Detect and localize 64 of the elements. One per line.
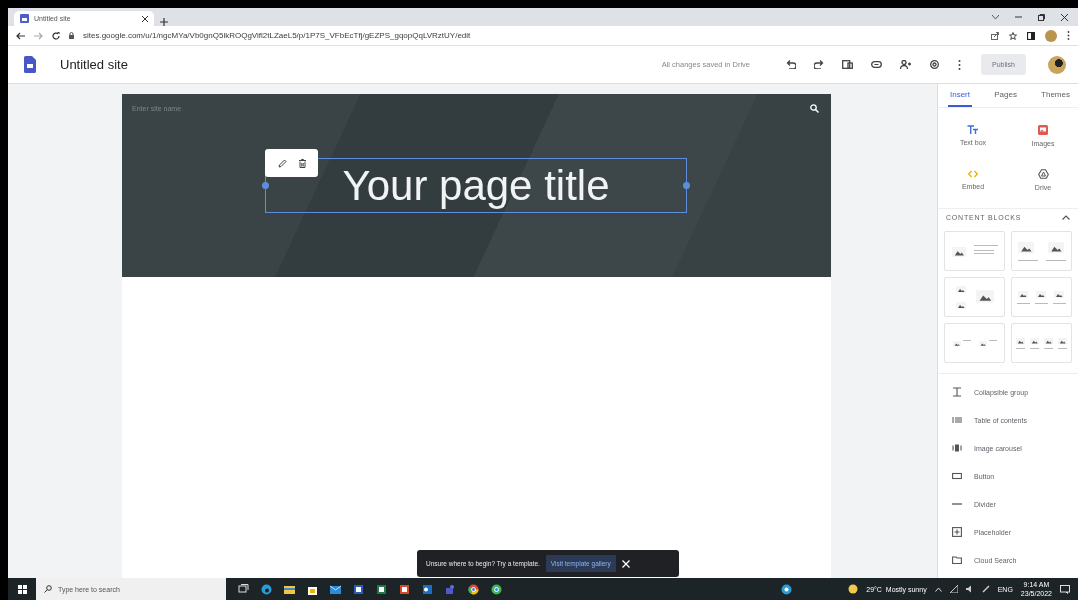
share-icon[interactable]: [991, 31, 999, 40]
presentation-icon[interactable]: [399, 583, 410, 595]
panel-tab[interactable]: Insert: [948, 84, 972, 107]
text-cursor-icon: [952, 387, 962, 397]
layout-thumbnail-icon: [955, 285, 994, 309]
trash-icon[interactable]: [298, 158, 306, 168]
page-title: Your page title: [342, 161, 610, 210]
notifications-icon[interactable]: [1060, 584, 1070, 594]
list-icon: [952, 415, 962, 425]
add-person-icon[interactable]: [900, 60, 912, 69]
chevron-up-icon[interactable]: [1062, 215, 1070, 221]
address-bar-url[interactable]: sites.google.com/u/1/ngcMYa/Vb0gnQ5lkROQgVifl2tLZaeL5/p/1P7S_VFbEcTfj/gEZPS_gqopQqLVRztUY/edit: [83, 31, 471, 40]
undo-icon[interactable]: [786, 60, 797, 69]
image-icon: [1038, 124, 1048, 135]
device-preview-icon[interactable]: [842, 60, 854, 69]
profile-avatar[interactable]: [1048, 55, 1066, 74]
plus-box-icon: [952, 527, 962, 537]
drive-icon: [1037, 168, 1049, 179]
more-icon[interactable]: [1067, 31, 1070, 40]
panel-tab[interactable]: Pages: [992, 84, 1019, 107]
pencil-icon[interactable]: [277, 158, 287, 168]
document-icon[interactable]: [353, 583, 364, 595]
text-box-icon: [967, 125, 979, 135]
button-outline-icon: [952, 471, 962, 481]
spreadsheet-icon[interactable]: [376, 583, 387, 595]
panel-tab[interactable]: Themes: [1039, 84, 1072, 107]
layout-thumbnail-icon: [1017, 290, 1066, 304]
restore-icon[interactable]: [1038, 13, 1045, 21]
layout-thumbnail-icon: [951, 245, 998, 257]
sites-logo-icon[interactable]: [24, 56, 36, 73]
folder-icon[interactable]: [284, 583, 295, 595]
sites-icon: [20, 14, 29, 23]
network-icon[interactable]: [949, 585, 958, 593]
redo-icon[interactable]: [814, 60, 825, 69]
link-icon[interactable]: [871, 61, 883, 68]
back-arrow-icon[interactable]: [16, 31, 25, 40]
star-icon[interactable]: [1009, 31, 1017, 40]
folder-icon: [952, 555, 962, 565]
carousel-icon: [952, 443, 962, 453]
layout-thumbnail-icon: [1017, 241, 1066, 261]
code-brackets-icon: [968, 169, 978, 178]
resize-handle[interactable]: [262, 182, 269, 189]
reload-icon[interactable]: [52, 31, 60, 40]
content-block-option[interactable]: [944, 277, 1005, 317]
task-view-icon[interactable]: [238, 583, 249, 595]
search-icon: [44, 585, 52, 593]
lock-icon: [69, 32, 74, 39]
windows-logo-icon[interactable]: [17, 584, 27, 594]
sidebar-icon[interactable]: [1027, 31, 1035, 40]
sun-icon: [848, 584, 859, 594]
search-icon[interactable]: [810, 104, 819, 113]
close-icon[interactable]: [142, 15, 148, 22]
more-icon[interactable]: [958, 59, 962, 70]
layout-thumbnail-icon: [952, 339, 997, 347]
close-icon[interactable]: [1061, 13, 1068, 21]
plus-icon[interactable]: [160, 18, 168, 26]
layout-thumbnail-icon: [1016, 337, 1067, 349]
pen-icon[interactable]: [981, 585, 990, 593]
mail-icon[interactable]: [330, 583, 341, 595]
site-title[interactable]: Untitled site: [60, 57, 128, 72]
settings-icon[interactable]: [929, 59, 941, 70]
chevron-down-icon[interactable]: [992, 14, 999, 20]
speaker-icon[interactable]: [965, 585, 974, 593]
resize-handle[interactable]: [683, 182, 690, 189]
